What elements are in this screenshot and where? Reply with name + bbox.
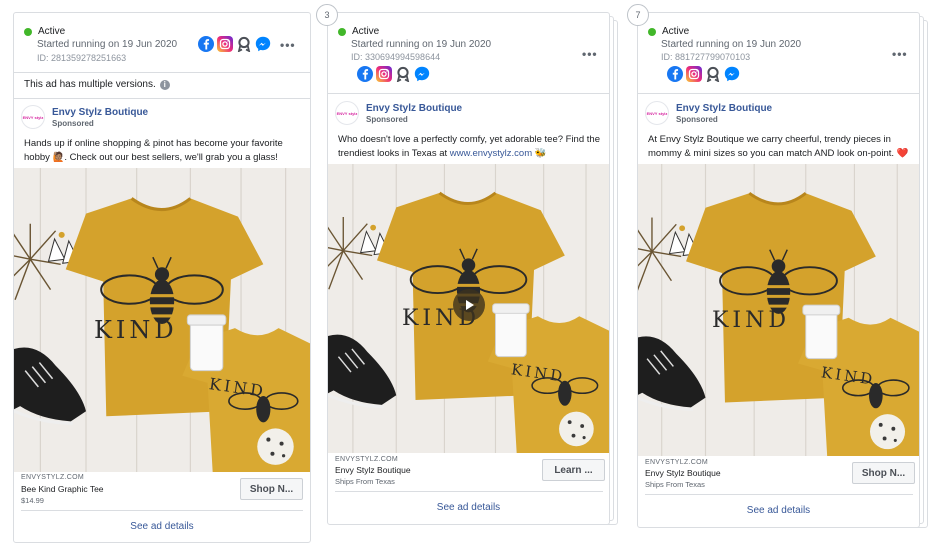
facebook-icon [667,66,683,82]
divider [21,510,303,511]
active-dot-icon [24,27,32,36]
see-ad-details-link[interactable]: See ad details [14,521,310,532]
versions-count-badge: 3 [316,4,338,26]
more-options-button[interactable]: ••• [892,47,908,61]
messenger-icon [255,36,271,52]
see-ad-details-link[interactable]: See ad details [638,505,919,516]
ad-body-text: Who doesn't love a perfectly comfy, yet … [338,134,600,159]
shop-now-button[interactable]: Shop N... [852,462,915,484]
play-button-icon[interactable] [453,289,485,321]
page-name-link[interactable]: Envy Stylz Boutique [676,103,772,114]
status-text: Active [662,26,690,37]
started-running-text: Started running on 19 Jun 2020 [351,39,492,50]
page-avatar[interactable]: ENVY stylz [645,101,669,125]
divider [638,93,919,94]
link-description: Ships From Texas [335,477,395,486]
multiple-versions-note: This ad has multiple versions. i [24,79,170,90]
link-title: Envy Stylz Boutique [335,465,411,475]
active-dot-icon [338,27,346,36]
status-row: Active [648,26,689,37]
creative-kind-text: KIND [712,308,791,333]
started-running-text: Started running on 19 Jun 2020 [661,39,802,50]
shop-now-button[interactable]: Shop N... [240,478,303,500]
page-avatar[interactable]: ENVY stylz [21,105,45,129]
platform-icons [357,66,430,82]
ad-card-1: Active Started running on 19 Jun 2020 ID… [13,12,311,543]
facebook-icon [198,36,214,52]
page-header: ENVY stylz Envy Stylz Boutique Sponsored [645,101,772,125]
versions-count-badge: 7 [627,4,649,26]
divider [335,491,603,492]
active-dot-icon [648,27,656,36]
divider [14,72,310,73]
facebook-icon [357,66,373,82]
sponsored-label: Sponsored [52,118,94,128]
divider [328,93,609,94]
page-name-link[interactable]: Envy Stylz Boutique [52,107,148,118]
ad-creative-image[interactable]: KIND KIND [14,168,310,472]
ad-card-3: Active Started running on 19 Jun 2020 ID… [637,12,920,528]
platform-icons [198,36,271,52]
body-link[interactable]: www.envystylz.com [450,148,532,159]
ad-id: ID: 330694994598644 [351,52,441,62]
sponsored-label: Sponsored [676,114,718,124]
status-text: Active [38,26,66,37]
ad-body-text: Hands up if online shopping & pinot has … [24,138,283,163]
ad-card-2: Active Started running on 19 Jun 2020 ID… [327,12,610,525]
instagram-icon [686,66,702,82]
link-domain: ENVYSTYLZ.COM [21,474,85,481]
ad-id: ID: 281359278251663 [37,53,127,63]
status-row: Active [24,26,65,37]
divider [14,98,310,99]
link-title: Envy Stylz Boutique [645,468,721,478]
page-header: ENVY stylz Envy Stylz Boutique Sponsored [21,105,148,129]
link-domain: ENVYSTYLZ.COM [335,456,399,463]
page-avatar[interactable]: ENVY stylz [335,101,359,125]
link-description: Ships From Texas [645,480,705,489]
audience-network-icon [395,66,411,82]
status-text: Active [352,26,380,37]
messenger-icon [724,66,740,82]
divider [645,494,913,495]
started-running-text: Started running on 19 Jun 2020 [37,39,178,50]
creative-kind-text: KIND [94,316,178,344]
instagram-icon [217,36,233,52]
ad-body-text: At Envy Stylz Boutique we carry cheerful… [648,134,909,159]
more-options-button[interactable]: ••• [582,47,598,61]
ad-creative-image[interactable]: KIND KIND [638,164,919,456]
status-row: Active [338,26,379,37]
ad-id: ID: 881727799070103 [661,52,751,62]
sponsored-label: Sponsored [366,114,408,124]
link-domain: ENVYSTYLZ.COM [645,459,709,466]
platform-icons [667,66,740,82]
learn-more-button[interactable]: Learn ... [542,459,605,481]
ad-creative-video[interactable]: KIND KIND [328,164,609,453]
audience-network-icon [705,66,721,82]
page-name-link[interactable]: Envy Stylz Boutique [366,103,462,114]
link-title: Bee Kind Graphic Tee [21,484,104,494]
instagram-icon [376,66,392,82]
more-options-button[interactable]: ••• [280,38,296,52]
page-header: ENVY stylz Envy Stylz Boutique Sponsored [335,101,462,125]
audience-network-icon [236,36,252,52]
info-icon[interactable]: i [159,79,170,90]
see-ad-details-link[interactable]: See ad details [328,502,609,513]
messenger-icon [414,66,430,82]
link-description: $14.99 [21,496,44,505]
multiple-versions-text: This ad has multiple versions. [24,79,156,90]
